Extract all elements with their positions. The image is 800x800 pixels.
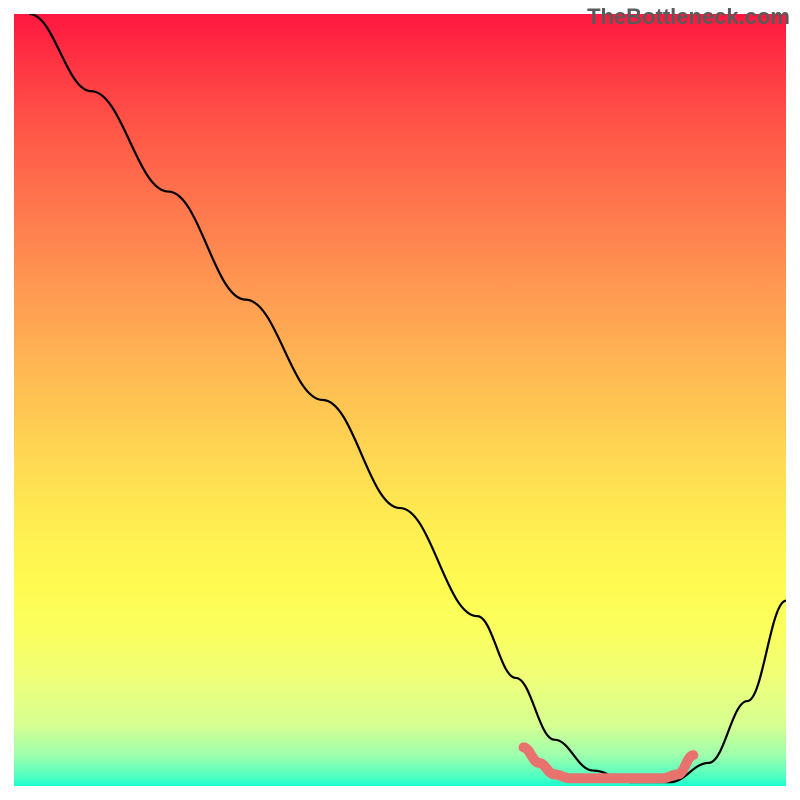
bottleneck-curve-line — [29, 14, 786, 782]
optimal-range-marker-line — [524, 747, 694, 778]
watermark-text: TheBottleneck.com — [587, 4, 790, 30]
chart-container: TheBottleneck.com — [0, 0, 800, 800]
plot-area — [14, 14, 786, 786]
chart-svg — [14, 14, 786, 786]
